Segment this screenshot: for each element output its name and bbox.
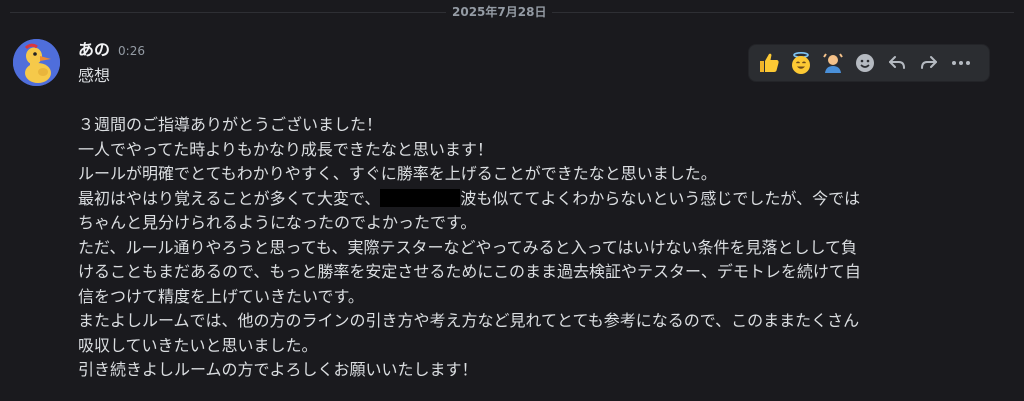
message-header: あの 0:26	[78, 36, 145, 60]
message-line: ちゃんと見分けられるようになったのでよかったです。	[78, 213, 477, 232]
message-line: またよしルームでは、他の方のラインの引き方や考え方など見れてとても参考になるので…	[78, 311, 860, 330]
message-line: けることもまだあるので、もっと勝率を安定させるためにこのまま過去検証やテスター、…	[78, 262, 861, 281]
avatar[interactable]	[13, 39, 60, 86]
person-gesture-icon	[823, 53, 843, 73]
duck-avatar-icon	[13, 39, 60, 86]
thumbs-up-reaction-button[interactable]	[753, 47, 785, 79]
redaction-box	[380, 188, 461, 207]
date-divider-label: 2025年7月28日	[446, 4, 553, 20]
forward-button[interactable]	[913, 47, 945, 79]
angel-reaction-button[interactable]	[785, 47, 817, 79]
message-actions-toolbar	[748, 44, 990, 82]
thumbs-up-icon	[760, 53, 779, 72]
add-reaction-button[interactable]	[849, 47, 881, 79]
message-line: 吸収していきたいと思いました。	[78, 335, 318, 355]
timestamp[interactable]: 0:26	[118, 44, 145, 58]
reply-button[interactable]	[881, 47, 913, 79]
message-line: ３週間のご指導ありがとうございました！	[78, 115, 383, 134]
chat-view: 2025年7月28日 あの 0:26 感想 ３週間のご指導ありがとうございました…	[0, 0, 1024, 401]
message-line: 最初はやはり覚えることが多くて大変で、 波も似ててよくわからないという感じでしたが…	[78, 187, 998, 212]
reply-arrow-icon	[889, 56, 905, 69]
message-line: ただ、ルール通りやろうと思っても、実際テスターなどやってみると入ってはいけない条…	[78, 237, 858, 257]
person-reaction-button[interactable]	[817, 47, 849, 79]
angel-smile-icon	[792, 51, 810, 74]
username[interactable]: あの	[78, 36, 110, 60]
message-line-part: 波も似ててよくわからないという感じでしたが、今では	[460, 188, 861, 208]
forward-arrow-icon	[921, 56, 937, 69]
message-line: 引き続きよしルームの方でよろしくお願いいたします！	[78, 360, 478, 379]
message-line: ルールが明確でとてもわかりやすく、すぐに勝率を上げることができたなと思いました。	[78, 164, 717, 183]
chat-message[interactable]: あの 0:26 感想 ３週間のご指導ありがとうございました！ 一人でやってた時よ…	[0, 30, 1024, 401]
more-options-button[interactable]	[945, 47, 977, 79]
message-line: 一人でやってた時よりもかなり成長できたなと思います！	[78, 139, 493, 159]
message-line: 信をつけて精度を上げていきたいです。	[78, 286, 364, 306]
add-reaction-icon	[856, 54, 874, 72]
more-dots-icon	[952, 61, 970, 65]
message-line-part: 最初はやはり覚えることが多くて大変で、	[78, 188, 381, 208]
message-body: 感想 ３週間のご指導ありがとうございました！ 一人でやってた時よりもかなり成長で…	[78, 64, 998, 383]
